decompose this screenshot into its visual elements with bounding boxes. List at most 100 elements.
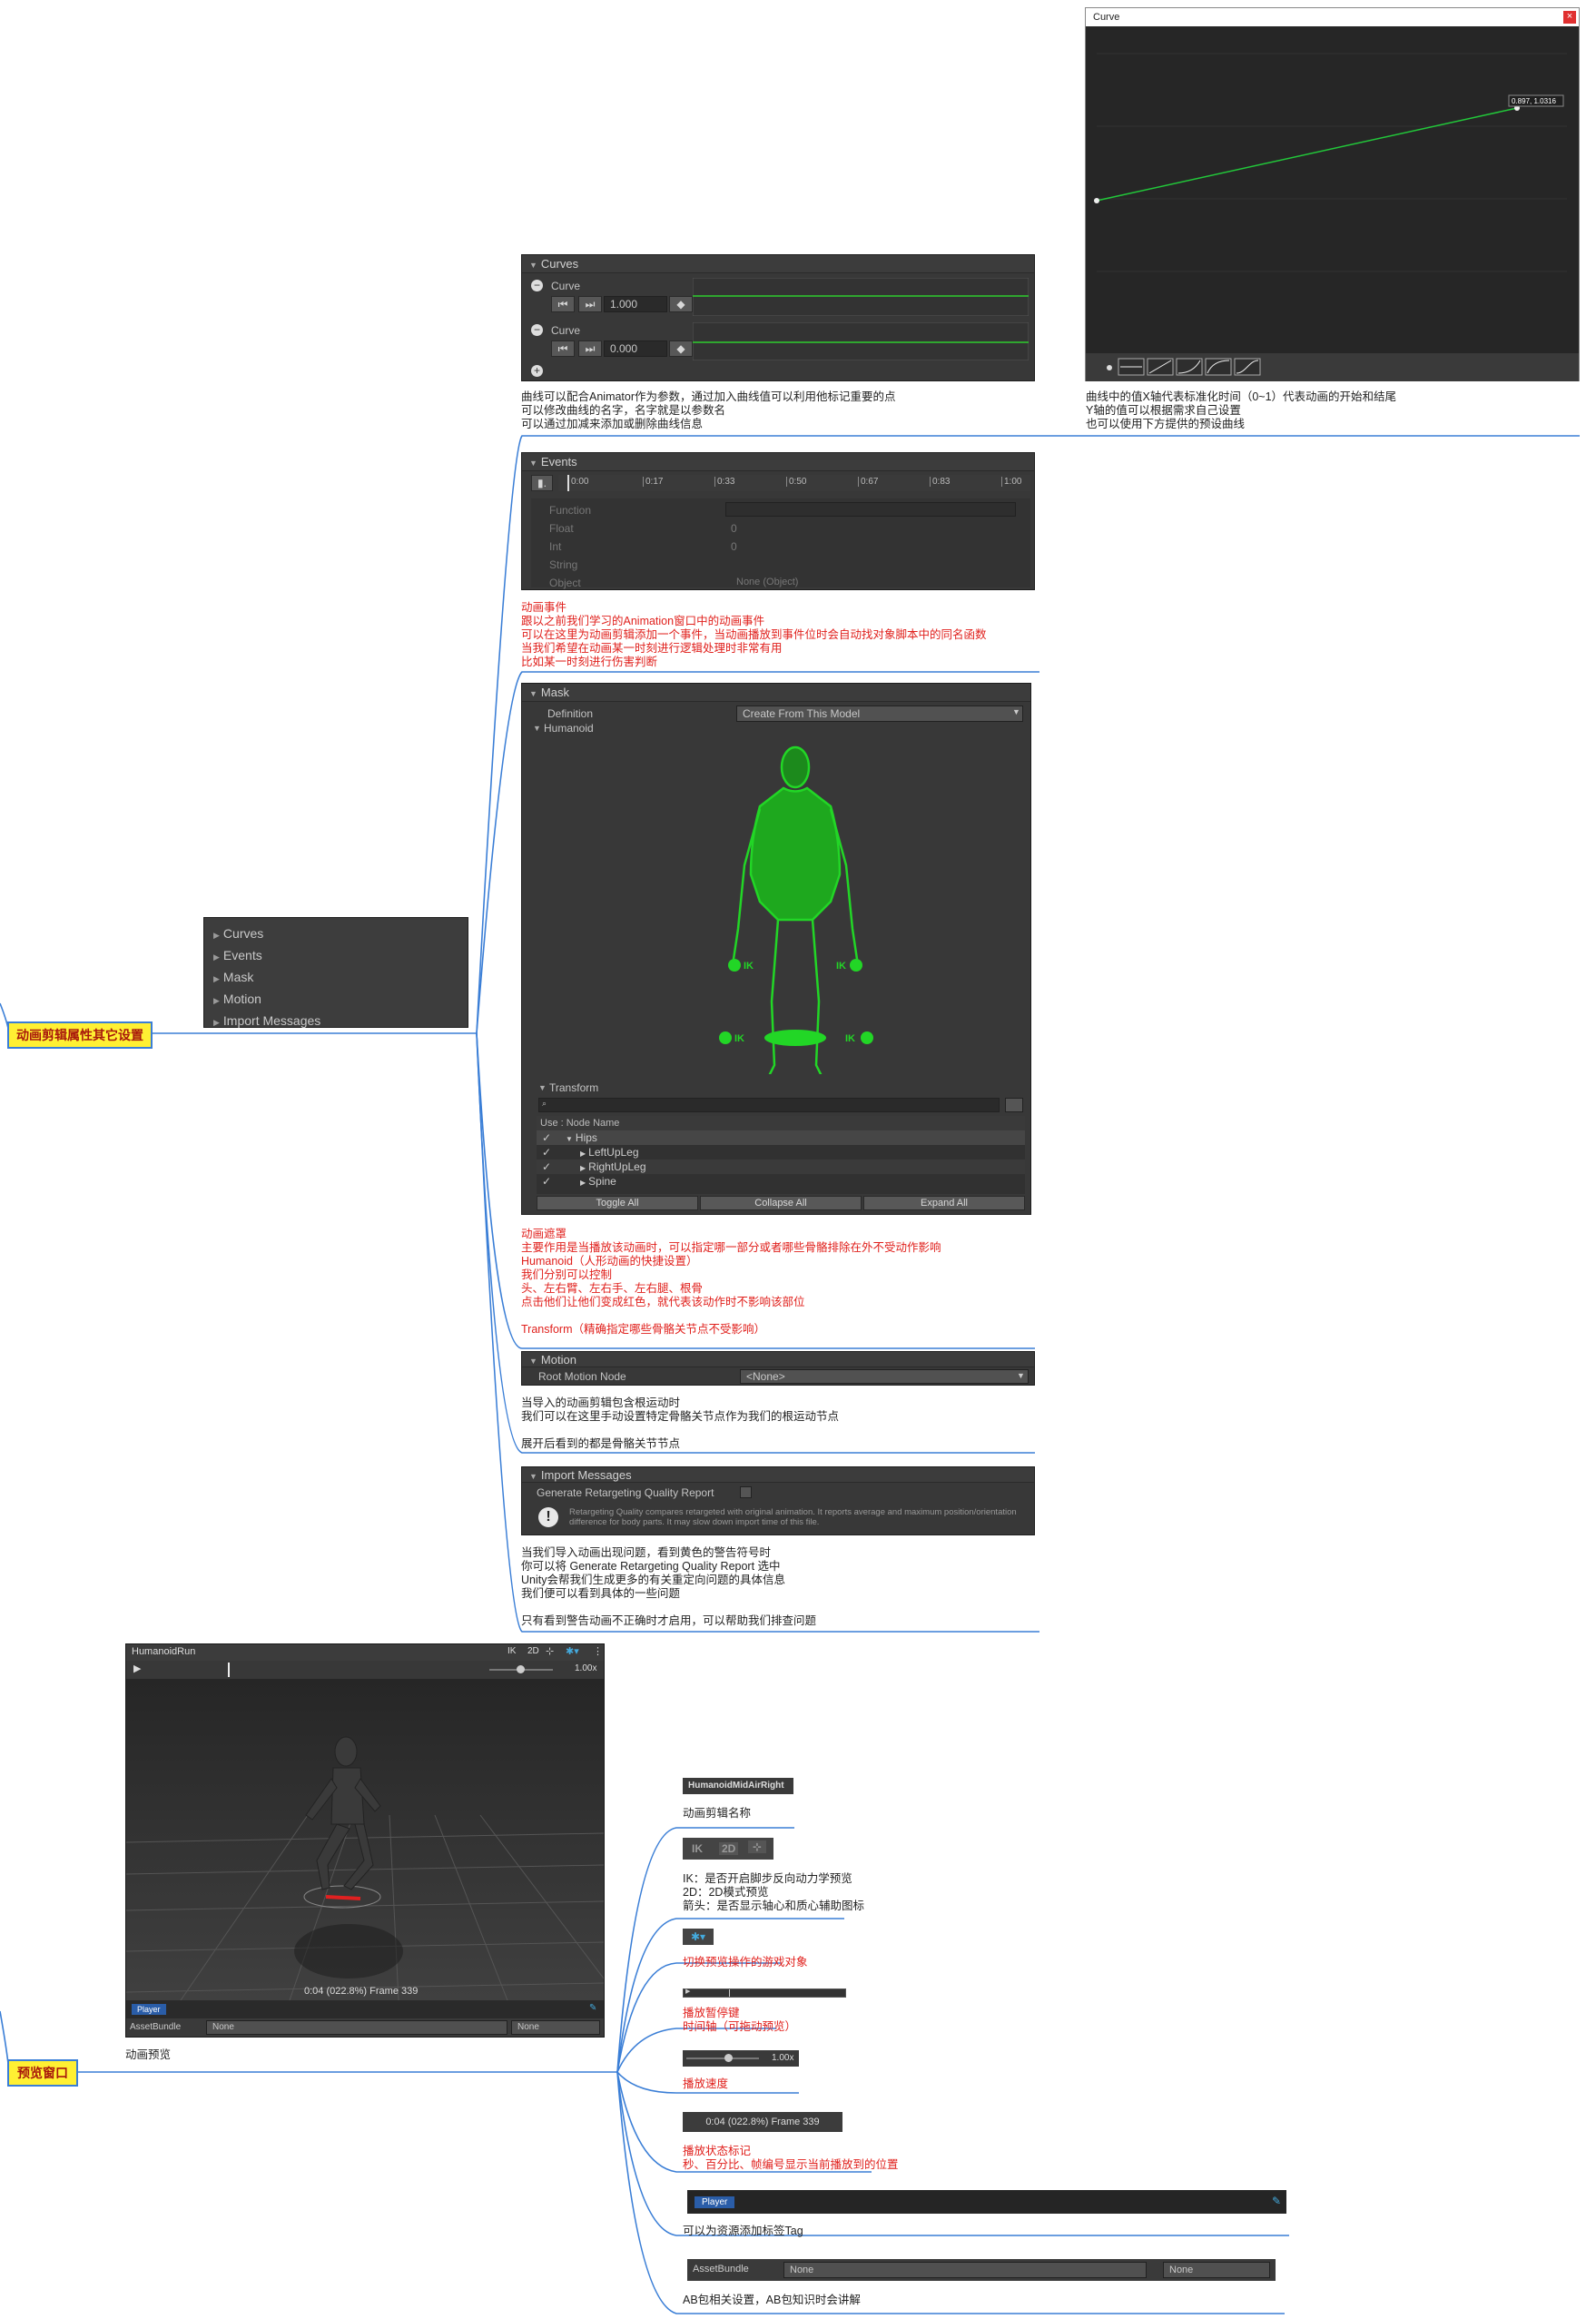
branch-note: 切换预览操作的游戏对象 [683, 1956, 808, 1969]
time-scrubber[interactable] [228, 1663, 230, 1677]
foldout-item-curves[interactable]: ▶ Curves [204, 923, 468, 945]
humanoid-label: Humanoid [544, 722, 594, 735]
transform-foldout-icon[interactable]: ▼ [538, 1083, 547, 1092]
pivot-icon: ⊹ [748, 1840, 767, 1853]
assetbundle-dropdown[interactable]: None [206, 2020, 507, 2035]
curves-note: 曲线可以配合Animator作为参数，通过加入曲线值可以利用他标记重要的点 可以修… [521, 390, 896, 430]
foldout-item-import-messages[interactable]: ▶ Import Messages [204, 1011, 468, 1032]
mask-panel: ▼ Mask Definition Create From This Model … [521, 683, 1031, 1215]
foldout-item-events[interactable]: ▶ Events [204, 945, 468, 967]
chevron-down-icon: ▼ [1017, 1371, 1025, 1380]
root-node-preview-window: 预览窗口 [7, 2059, 78, 2087]
curve-value-field[interactable]: 0.000 [604, 340, 667, 357]
root-node-clip-settings: 动画剪辑属性其它设置 [7, 1021, 153, 1049]
branch-tag-image: Player ✎ [687, 2190, 1286, 2214]
play-button[interactable]: ▶ [133, 1663, 141, 1674]
table-row[interactable]: ✓ ▶ RightUpLeg [537, 1160, 1025, 1174]
retargeting-report-checkbox[interactable] [740, 1486, 752, 1498]
next-key-button[interactable]: ⏭ [578, 296, 602, 312]
branch-assetbundle-image: AssetBundle None None [687, 2259, 1276, 2281]
curve-minus-icon[interactable]: − [531, 280, 543, 291]
more-menu-icon[interactable]: ⋮ [593, 1645, 603, 1657]
root-motion-label: Root Motion Node [538, 1370, 626, 1383]
tag-bar: Player ✎ [126, 2000, 604, 2018]
warning-icon: ! [538, 1507, 558, 1527]
curve-value-field[interactable]: 1.000 [604, 296, 667, 312]
root-motion-dropdown[interactable]: <None> [740, 1369, 1029, 1384]
event-field-label: Object [549, 577, 581, 589]
humanoid-foldout-icon[interactable]: ▼ [533, 724, 541, 733]
timeline-tick: 1:00 [1001, 477, 1021, 487]
assetbundle-dropdown-sample: None [783, 2262, 1147, 2278]
table-row[interactable]: ✓ ▶ Spine [537, 1174, 1025, 1189]
preview-caption: 动画预览 [125, 2048, 172, 2061]
curve-window-note: 曲线中的值X轴代表标准化时间（0~1）代表动画的开始和结尾 Y轴的值可以根据需求自… [1086, 390, 1397, 430]
import-messages-header[interactable]: ▼ Import Messages [522, 1467, 1034, 1483]
table-row[interactable]: ✓ ▼ Hips [537, 1130, 1025, 1145]
prev-key-button[interactable]: ⏮ [551, 296, 575, 312]
toggle-all-button[interactable]: Toggle All [537, 1196, 698, 1210]
tag-icon[interactable]: ✎ [589, 2003, 596, 2013]
event-object-field[interactable]: None (Object) [736, 577, 798, 587]
curves-header[interactable]: ▼ Curves [522, 255, 1034, 273]
branch-status-image: 0:04 (022.8%) Frame 339 [683, 2112, 842, 2132]
next-key-button[interactable]: ⏭ [578, 340, 602, 357]
curve-add-icon[interactable]: + [531, 365, 543, 377]
events-timeline[interactable]: 0:00 0:17 0:33 0:50 0:67 0:83 1:00 [558, 475, 1030, 491]
add-event-button[interactable]: ▮. [531, 475, 553, 491]
event-field-label: Function [549, 504, 592, 517]
foldout-item-motion[interactable]: ▶ Motion [204, 989, 468, 1011]
event-field-label: Float [549, 522, 574, 535]
event-function-field[interactable] [725, 502, 1016, 517]
curve-graph[interactable]: 0.897, 1.0316 [1086, 26, 1579, 353]
branch-avatar-image: ✱▾ [683, 1929, 714, 1945]
ik-toggle-sample: IK [692, 1842, 703, 1855]
tag-badge-sample: Player [695, 2196, 735, 2208]
2d-toggle[interactable]: 2D [527, 1646, 539, 1656]
expand-all-button[interactable]: Expand All [863, 1196, 1025, 1210]
motion-header[interactable]: ▼ Motion [522, 1352, 1034, 1367]
warning-message: Retargeting Quality compares retargeted … [569, 1507, 1017, 1527]
preview-status: 0:04 (022.8%) Frame 339 [304, 1986, 419, 1997]
prev-key-button[interactable]: ⏮ [551, 340, 575, 357]
add-key-button[interactable]: ◆ [669, 296, 693, 312]
timeline-tick: 0:50 [786, 477, 806, 487]
curve-minus-icon[interactable]: − [531, 324, 543, 336]
tag-badge[interactable]: Player [132, 2004, 166, 2015]
branch-note: 动画剪辑名称 [683, 1807, 752, 1820]
curves-panel: ▼ Curves − Curve ⏮ ⏭ 1.000 ◆ − Curve ⏮ ⏭ … [521, 254, 1035, 381]
event-int-field[interactable]: 0 [731, 540, 737, 553]
event-field-label: Int [549, 540, 562, 553]
event-float-field[interactable]: 0 [731, 522, 737, 535]
assetbundle-label: AssetBundle [130, 2022, 182, 2032]
foldout-item-mask[interactable]: ▶ Mask [204, 967, 468, 989]
branch-ik-2d-image: IK 2D ⊹ [683, 1838, 773, 1860]
transform-search-input[interactable] [538, 1098, 1000, 1112]
speed-slider-handle[interactable] [517, 1665, 525, 1673]
avatar-selector-icon[interactable]: ✱▾ [566, 1645, 579, 1657]
curve-window-titlebar: Curve [1086, 8, 1579, 26]
humanoid-mask-figure[interactable]: IK IK IK IK [522, 738, 1032, 1074]
timeline-tick: 0:83 [930, 477, 950, 487]
transform-label: Transform [549, 1081, 599, 1094]
mask-header[interactable]: ▼ Mask [522, 684, 1030, 702]
timeline-tick: 0:67 [858, 477, 878, 487]
collapse-all-button[interactable]: Collapse All [700, 1196, 862, 1210]
curve-thumbnail[interactable] [693, 278, 1029, 316]
pivot-toggle-icon[interactable]: ⊹ [546, 1645, 554, 1657]
branch-note: AB包相关设置，AB包知识时会讲解 [683, 2294, 861, 2306]
preview-viewport[interactable] [126, 1679, 604, 2000]
curve-thumbnail[interactable] [693, 322, 1029, 360]
events-header[interactable]: ▼ Events [522, 453, 1034, 471]
close-icon[interactable]: × [1563, 11, 1576, 24]
ik-toggle[interactable]: IK [507, 1646, 516, 1656]
definition-dropdown[interactable]: Create From This Model [736, 706, 1023, 722]
speed-value: 1.00x [575, 1663, 597, 1673]
variant-dropdown[interactable]: None [511, 2020, 600, 2035]
branch-note: IK：是否开启脚步反向动力学预览 2D：2D模式预览 箭头：是否显示轴心和质心辅助图… [683, 1872, 865, 1912]
add-key-button[interactable]: ◆ [669, 340, 693, 357]
chevron-down-icon: ▼ [1012, 707, 1020, 716]
variant-dropdown-sample: None [1163, 2262, 1270, 2278]
search-option-button[interactable] [1005, 1098, 1023, 1112]
table-row[interactable]: ✓ ▶ LeftUpLeg [537, 1145, 1025, 1160]
